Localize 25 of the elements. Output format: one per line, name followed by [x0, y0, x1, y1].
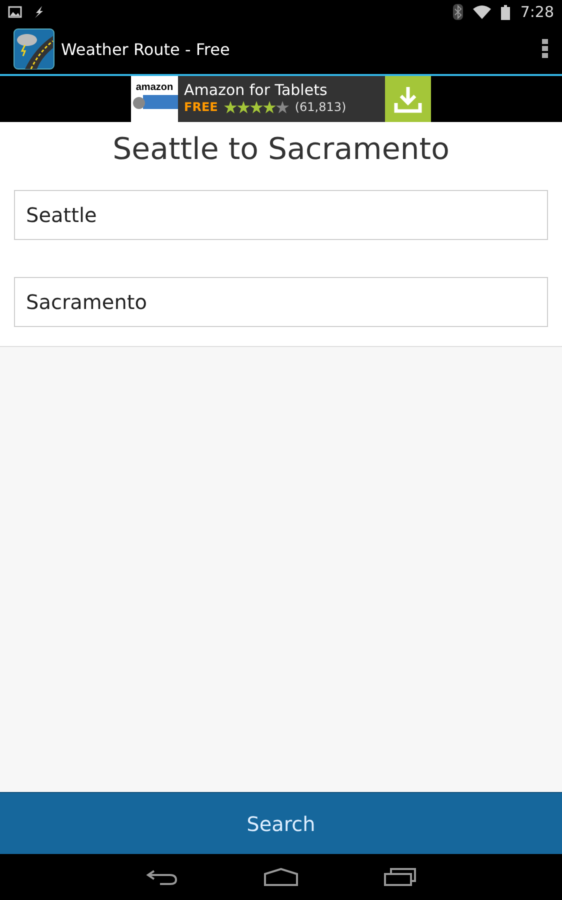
star-icon: [250, 100, 263, 114]
home-icon[interactable]: [264, 868, 298, 886]
clock: 7:28: [520, 3, 554, 21]
star-icon: [276, 100, 289, 114]
star-icon: [236, 100, 250, 114]
origin-field[interactable]: Seattle: [14, 190, 548, 240]
amazon-logo: amazon: [136, 82, 174, 93]
route-title: Seattle to Sacramento: [112, 131, 450, 169]
battery-icon: [501, 4, 510, 20]
recent-apps-icon[interactable]: [384, 868, 416, 886]
app-title: Weather Route - Free: [61, 40, 231, 58]
destination-field[interactable]: Sacramento: [14, 277, 548, 327]
bluetooth-icon: [453, 4, 464, 20]
rating-count: (61,813): [294, 100, 346, 114]
download-icon: [393, 85, 423, 113]
price-label: FREE: [184, 100, 218, 114]
search-button[interactable]: Search: [0, 792, 562, 854]
wifi-icon: [473, 5, 492, 19]
ad-title: Amazon for Tablets: [184, 80, 328, 100]
overflow-menu-icon[interactable]: [542, 39, 548, 59]
image-icon: [8, 6, 22, 18]
star-icon: [262, 100, 276, 114]
back-icon[interactable]: [146, 868, 178, 886]
star-icon: [224, 100, 237, 114]
app-logo-icon[interactable]: [13, 28, 55, 70]
